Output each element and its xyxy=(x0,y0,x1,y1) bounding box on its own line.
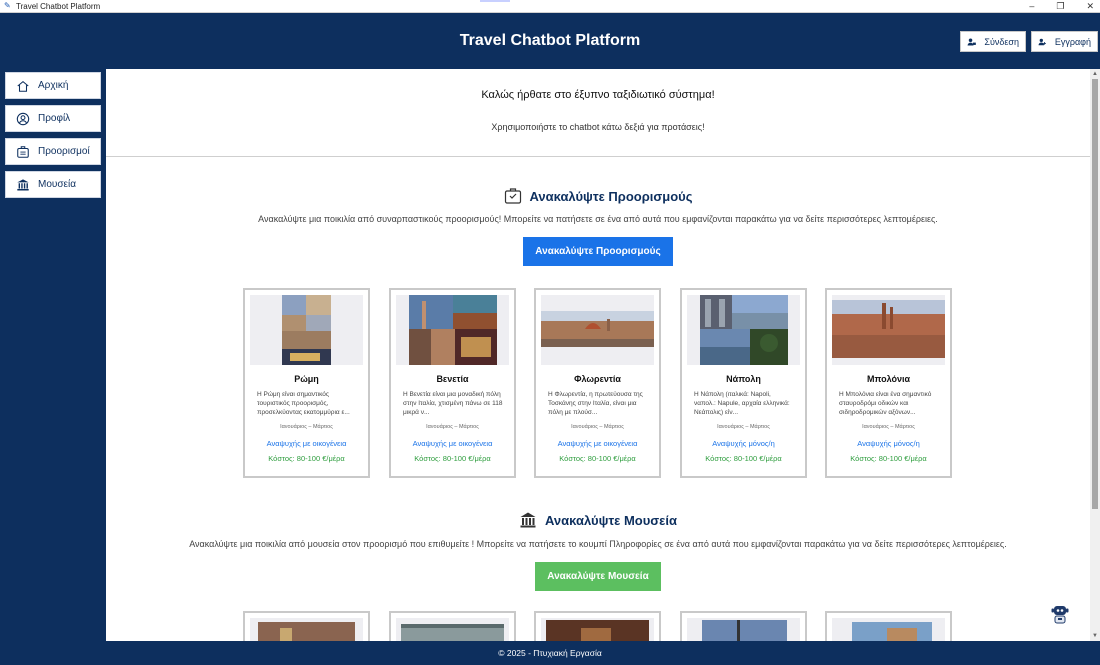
destination-name: Νάπολη xyxy=(726,374,761,384)
main-content: Καλώς ήρθατε στο έξυπνο ταξιδιωτικό σύστ… xyxy=(106,69,1090,641)
museum-card[interactable] xyxy=(389,611,516,641)
scroll-up-icon[interactable]: ▲ xyxy=(1092,71,1098,77)
discover-destinations-button[interactable]: Ανακαλύψτε Προορισμούς xyxy=(523,237,673,266)
destination-image xyxy=(687,295,800,365)
restore-icon[interactable]: ❐ xyxy=(1056,0,1064,13)
app-icon: ✎ xyxy=(4,1,11,10)
museums-description: Ανακαλύψτε μια ποικιλία από μουσεία στον… xyxy=(189,539,1007,549)
app-title: Travel Chatbot Platform xyxy=(459,32,641,49)
destination-type: Αναψυχής με οικογένεια xyxy=(557,439,638,448)
footer: © 2025 - Πτυχιακή Εργασία xyxy=(0,641,1100,665)
destination-season: Ιανουάριος – Μάρτιος xyxy=(571,424,624,430)
destination-description: Η Βενετία είναι μια μοναδική πόλη στην Ι… xyxy=(403,391,503,416)
museum-image xyxy=(541,618,654,641)
destination-cost: Κόστος: 80-100 €/μέρα xyxy=(268,454,345,463)
destination-description: Η Ρώμη είναι σημαντικός τουριστικός προο… xyxy=(257,391,350,416)
museum-card[interactable] xyxy=(243,611,370,641)
destination-description: Η Φλωρεντία, η πρωτεύουσα της Τοσκάνης σ… xyxy=(548,391,643,416)
sidebar-item-destinations[interactable]: Προορισμοί xyxy=(5,138,101,165)
museum-icon xyxy=(17,178,29,191)
scrollbar-thumb[interactable] xyxy=(1092,79,1098,509)
sidebar-item-label: Μουσεία xyxy=(38,179,76,190)
destination-cost: Κόστος: 80-100 €/μέρα xyxy=(414,454,491,463)
user-login-icon xyxy=(967,37,976,46)
destination-description: Η Νάπολη (ιταλικά: Napoli, ναπολ.: Napul… xyxy=(694,391,790,416)
destination-cost: Κόστος: 80-100 €/μέρα xyxy=(559,454,636,463)
museum-image xyxy=(687,618,800,641)
destination-season: Ιανουάριος – Μάρτιος xyxy=(717,424,770,430)
titlebar-accent xyxy=(480,0,510,2)
sidebar-item-profile[interactable]: Προφίλ xyxy=(5,105,101,132)
welcome-title: Καλώς ήρθατε στο έξυπνο ταξιδιωτικό σύστ… xyxy=(481,89,715,101)
destination-type: Αναψυχής μόνος/η xyxy=(712,439,775,448)
destinations-title-text: Ανακαλύψτε Προορισμούς xyxy=(529,188,693,204)
destination-image xyxy=(250,295,363,365)
home-icon xyxy=(17,80,29,92)
destination-season: Ιανουάριος – Μάρτιος xyxy=(862,424,915,430)
user-circle-icon xyxy=(16,112,30,125)
destination-image xyxy=(541,295,654,365)
chatbot-button[interactable] xyxy=(1048,602,1072,626)
register-label: Εγγραφή xyxy=(1054,36,1091,47)
login-label: Σύνδεση xyxy=(984,36,1019,47)
close-icon[interactable]: ✕ xyxy=(1086,0,1094,13)
destination-image xyxy=(396,295,509,365)
luggage-icon xyxy=(17,145,29,158)
destination-card-florence[interactable]: Φλωρεντία Η Φλωρεντία, η πρωτεύουσα της … xyxy=(534,288,661,478)
welcome-subtitle: Χρησιμοποιήστε το chatbot κάτω δεξιά για… xyxy=(491,122,705,132)
window-title: Travel Chatbot Platform xyxy=(16,1,101,11)
minimize-icon[interactable]: – xyxy=(1029,0,1034,13)
destination-type: Αναψυχής με οικογένεια xyxy=(412,439,493,448)
destination-season: Ιανουάριος – Μάρτιος xyxy=(426,424,479,430)
destination-card-venice[interactable]: Βενετία Η Βενετία είναι μια μοναδική πόλ… xyxy=(389,288,516,478)
museums-title-text: Ανακαλύψτε Μουσεία xyxy=(545,512,677,528)
destinations-section-title: Ανακαλύψτε Προορισμούς xyxy=(106,187,1090,205)
window-titlebar: ✎ Travel Chatbot Platform – ❐ ✕ xyxy=(0,0,1100,13)
sidebar-item-label: Προφίλ xyxy=(38,113,71,124)
user-add-icon xyxy=(1038,38,1047,45)
sidebar-item-home[interactable]: Αρχική xyxy=(5,72,101,99)
destination-image xyxy=(832,295,945,365)
divider xyxy=(106,156,1090,157)
destination-cost: Κόστος: 80-100 €/μέρα xyxy=(850,454,927,463)
destination-season: Ιανουάριος – Μάρτιος xyxy=(280,424,333,430)
destinations-description: Ανακαλύψτε μια ποικιλία από συναρπαστικο… xyxy=(258,214,938,224)
app-header: Travel Chatbot Platform Σύνδεση Εγγραφή xyxy=(0,14,1100,69)
discover-museums-button[interactable]: Ανακαλύψτε Μουσεία xyxy=(535,562,661,591)
museum-card[interactable] xyxy=(534,611,661,641)
destination-card-naples[interactable]: Νάπολη Η Νάπολη (ιταλικά: Napoli, ναπολ.… xyxy=(680,288,807,478)
museum-image xyxy=(396,618,509,641)
destination-type: Αναψυχής μόνος/η xyxy=(857,439,920,448)
destination-description: Η Μπολόνια είναι ένα σημαντικό σταυροδρό… xyxy=(839,391,932,416)
destination-card-bologna[interactable]: Μπολόνια Η Μπολόνια είναι ένα σημαντικό … xyxy=(825,288,952,478)
museums-section-title: Ανακαλύψτε Μουσεία xyxy=(106,511,1090,529)
register-button[interactable]: Εγγραφή xyxy=(1031,31,1098,52)
museum-card[interactable] xyxy=(680,611,807,641)
sidebar-item-museums[interactable]: Μουσεία xyxy=(5,171,101,198)
luggage-icon xyxy=(504,188,521,204)
museum-image xyxy=(250,618,363,641)
vertical-scrollbar[interactable]: ▲ ▼ xyxy=(1090,69,1100,641)
robot-icon xyxy=(1051,606,1069,624)
museum-icon xyxy=(520,512,536,528)
scroll-down-icon[interactable]: ▼ xyxy=(1092,633,1098,639)
destination-card-rome[interactable]: Ρώμη Η Ρώμη είναι σημαντικός τουριστικός… xyxy=(243,288,370,478)
museum-image xyxy=(832,618,945,641)
sidebar-item-label: Προορισμοί xyxy=(38,146,90,157)
destination-name: Φλωρεντία xyxy=(574,374,621,384)
login-button[interactable]: Σύνδεση xyxy=(960,31,1026,52)
destination-type: Αναψυχής με οικογένεια xyxy=(266,439,347,448)
sidebar: Αρχική Προφίλ Προορισμοί Μουσεία xyxy=(0,69,106,641)
destination-name: Ρώμη xyxy=(294,374,319,384)
museum-card[interactable] xyxy=(825,611,952,641)
destination-cost: Κόστος: 80-100 €/μέρα xyxy=(705,454,782,463)
destination-name: Βενετία xyxy=(436,374,469,384)
sidebar-item-label: Αρχική xyxy=(38,80,69,91)
destination-name: Μπολόνια xyxy=(866,374,911,384)
